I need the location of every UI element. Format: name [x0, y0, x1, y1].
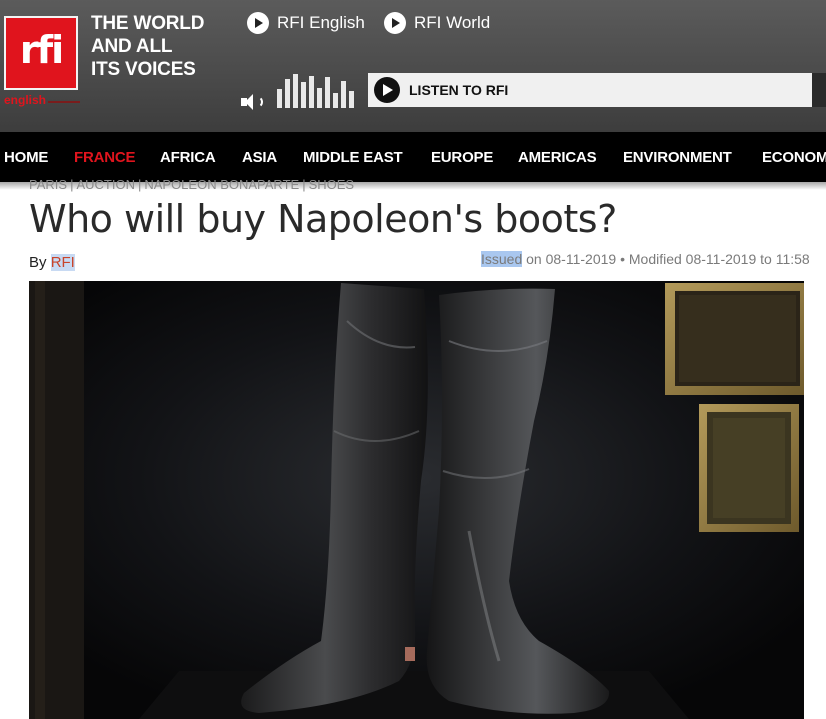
article-photo[interactable]	[29, 281, 804, 719]
equalizer-bar	[341, 81, 346, 108]
byline-prefix: By	[29, 254, 47, 271]
equalizer-bar	[277, 89, 282, 108]
listen-label: LISTEN TO RFI	[409, 82, 509, 98]
equalizer-bar	[301, 82, 306, 108]
play-icon	[384, 12, 406, 34]
equalizer-bar	[285, 79, 290, 108]
byline: By RFI	[29, 254, 75, 271]
tagline-line: ITS VOICES	[91, 59, 196, 80]
article-title: Who will buy Napoleon's boots?	[29, 197, 617, 241]
breadcrumb-tag-napoleon[interactable]: NAPOLEON BONAPARTE	[144, 177, 299, 192]
equalizer-bar	[325, 77, 330, 108]
equalizer-bar	[349, 91, 354, 108]
nav-item-europe[interactable]: EUROPE	[431, 132, 493, 182]
napoleon-boots-photo	[29, 281, 804, 719]
site-header: rfi english THE WORLD AND ALL ITS VOICES…	[0, 0, 826, 132]
modified-date: • Modified 08-11-2019 to 11:58	[616, 251, 810, 267]
nav-item-americas[interactable]: AMERICAS	[518, 132, 597, 182]
author-link[interactable]: RFI	[50, 254, 75, 271]
breadcrumb-tag-paris[interactable]: PARIS	[29, 177, 67, 192]
nav-item-france[interactable]: FRANCE	[74, 132, 136, 182]
nav-item-economy[interactable]: ECONOMY	[762, 132, 826, 182]
equalizer-bar	[333, 93, 338, 108]
equalizer-icon[interactable]	[277, 74, 365, 108]
publish-dates: Issued on 08-11-2019 • Modified 08-11-20…	[481, 251, 810, 267]
tagline-line: THE WORLD	[91, 13, 205, 34]
logo-sub: english	[4, 93, 47, 107]
equalizer-bar	[309, 76, 314, 108]
equalizer-bar	[317, 88, 322, 108]
tagline: THE WORLD AND ALL ITS VOICES	[91, 12, 231, 81]
play-icon	[374, 77, 400, 103]
rfi-logo[interactable]: rfi	[4, 16, 78, 90]
issued-label: Issued	[481, 251, 523, 267]
nav-item-africa[interactable]: AFRICA	[160, 132, 216, 182]
issued-date: on 08-11-2019	[522, 251, 617, 267]
radio-link-label: RFI World	[414, 13, 491, 32]
logo-text: rfi	[19, 28, 64, 72]
breadcrumb: PARIS | AUCTION | NAPOLEON BONAPARTE | SHOES	[29, 177, 355, 192]
breadcrumb-tag-shoes[interactable]: SHOES	[309, 177, 355, 192]
nav-item-middle-east[interactable]: MIDDLE EAST	[303, 132, 403, 182]
tagline-line: AND ALL	[91, 36, 173, 57]
logo-underline	[48, 101, 80, 103]
radio-link-world[interactable]: RFI World	[384, 11, 490, 35]
listen-bar-end	[812, 73, 826, 107]
nav-item-home[interactable]: HOME	[4, 132, 48, 182]
radio-link-label: RFI English	[277, 13, 365, 32]
listen-to-rfi-button[interactable]: LISTEN TO RFI	[368, 73, 812, 107]
radio-link-english[interactable]: RFI English	[247, 11, 365, 35]
nav-item-environment[interactable]: ENVIRONMENT	[623, 132, 732, 182]
breadcrumb-tag-auction[interactable]: AUCTION	[76, 177, 135, 192]
play-icon	[247, 12, 269, 34]
equalizer-bar	[293, 74, 298, 108]
volume-icon[interactable]	[241, 93, 265, 111]
nav-item-asia[interactable]: ASIA	[242, 132, 277, 182]
main-nav: HOME FRANCE AFRICA ASIA MIDDLE EAST EURO…	[0, 132, 826, 182]
